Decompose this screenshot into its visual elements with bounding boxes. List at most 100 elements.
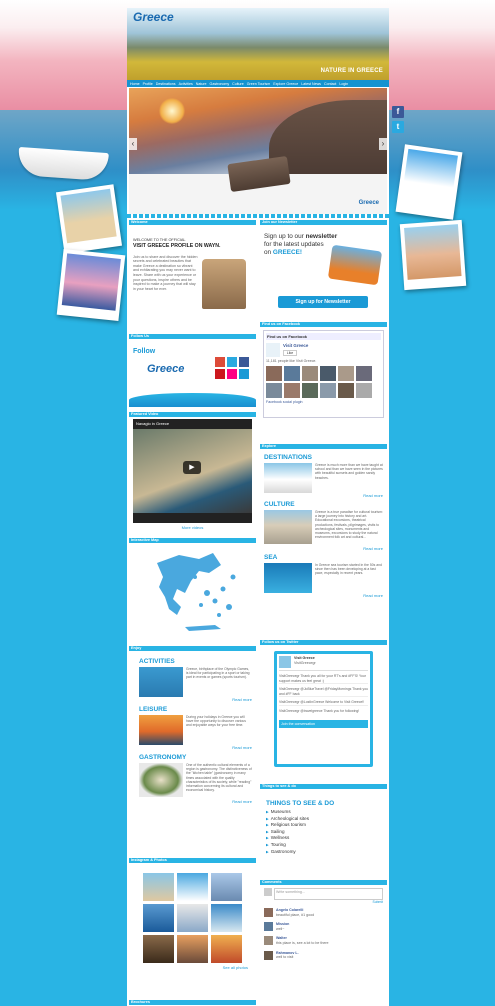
twitter-avatar[interactable] (279, 656, 291, 668)
enjoy-leisure-title[interactable]: LEISURE (139, 706, 252, 713)
twitter-share-icon[interactable]: t (392, 121, 404, 133)
destinations-thumb[interactable] (264, 463, 312, 493)
newsletter-accent: GREECE! (272, 249, 303, 256)
fan-avatar[interactable] (284, 382, 300, 398)
instagram-photo[interactable] (143, 904, 174, 932)
googleplus-icon[interactable] (215, 357, 225, 367)
slider-prev-button[interactable]: ‹ (129, 138, 137, 150)
instagram-photo[interactable] (177, 873, 208, 901)
fan-avatar[interactable] (266, 382, 282, 398)
instagram-photo[interactable] (177, 935, 208, 963)
newsletter-signup-button[interactable]: Sign up for Newsletter (278, 296, 368, 308)
more-videos-link[interactable]: More videos (129, 525, 256, 530)
fb-like-button[interactable]: Like (283, 350, 297, 356)
nav-item[interactable]: Profile (143, 82, 153, 86)
fb-page-name[interactable]: Visit Greece (283, 343, 308, 348)
explore-sea-title[interactable]: SEA (264, 554, 383, 561)
twitter-account[interactable]: Visit Greece (294, 656, 316, 661)
things-item[interactable]: Wellness (266, 835, 381, 842)
twitter-footer[interactable]: Join the conversation (279, 719, 368, 728)
nav-item[interactable]: Gastronomy (210, 82, 230, 86)
fan-avatar[interactable] (302, 365, 318, 381)
enjoy-gastronomy-text: One of the authentic cultural elements o… (186, 763, 252, 793)
site-logo[interactable]: Greece (133, 10, 174, 24)
fan-avatar[interactable] (338, 382, 354, 398)
comment-text: well to visit (276, 955, 294, 960)
nav-item[interactable]: Activities (179, 82, 193, 86)
facebook-bar: Find us on Facebook (260, 322, 387, 327)
nav-item[interactable]: Contact (324, 82, 336, 86)
nav-item[interactable]: Nature (196, 82, 207, 86)
read-more-link[interactable]: Read more (264, 593, 383, 598)
fan-avatar[interactable] (356, 382, 372, 398)
facebook-share-icon[interactable]: f (392, 106, 404, 118)
things-item[interactable]: Gastronomy (266, 849, 381, 856)
commenter-avatar (264, 922, 273, 932)
email-icon[interactable] (239, 369, 249, 379)
nav-item[interactable]: Login (339, 82, 348, 86)
read-more-link[interactable]: Read more (264, 546, 383, 551)
see-all-photos-link[interactable]: See all photos (129, 965, 256, 970)
fan-avatar[interactable] (284, 365, 300, 381)
play-icon[interactable]: ▶ (183, 461, 201, 474)
video-player[interactable]: Navagio in Greece ▶ (133, 419, 252, 523)
hero-slider[interactable]: Greece (129, 88, 387, 214)
nav-item[interactable]: Explore Greece (273, 82, 298, 86)
nav-item[interactable]: Destinations (156, 82, 176, 86)
fan-avatar[interactable] (338, 365, 354, 381)
fan-avatar[interactable] (320, 382, 336, 398)
chapel-photo (395, 144, 463, 220)
things-item[interactable]: Sailing (266, 829, 381, 836)
things-item[interactable]: Religious tourism (266, 822, 381, 829)
fb-page-avatar (266, 343, 280, 357)
things-item[interactable]: Touring (266, 842, 381, 849)
read-more-link[interactable]: Read more (139, 697, 252, 702)
comment-submit-button[interactable]: Submit (264, 900, 383, 904)
nav-item[interactable]: Latest News (301, 82, 321, 86)
comment-input[interactable]: Write something... (274, 888, 383, 900)
facebook-icon[interactable] (239, 357, 249, 367)
read-more-link[interactable]: Read more (139, 745, 252, 750)
instagram-photo[interactable] (143, 935, 174, 963)
follow-logo: Greece (147, 363, 185, 375)
nav-item[interactable]: Culture (232, 82, 244, 86)
main-nav: Home Profile Destinations Activities Nat… (127, 80, 389, 87)
read-more-link[interactable]: Read more (264, 493, 383, 498)
instagram-photo[interactable] (143, 873, 174, 901)
read-more-link[interactable]: Read more (139, 799, 252, 804)
instagram-photo[interactable] (211, 935, 242, 963)
youtube-icon[interactable] (215, 369, 225, 379)
nav-item[interactable]: Home (130, 82, 140, 86)
culture-thumb[interactable] (264, 510, 312, 544)
instagram-photo[interactable] (211, 873, 242, 901)
brochure-box: Brochures (129, 1000, 256, 1006)
activities-thumb[interactable] (139, 667, 183, 697)
slider-next-button[interactable]: › (379, 138, 387, 150)
leisure-thumb[interactable] (139, 715, 183, 745)
twitter-icon[interactable] (227, 357, 237, 367)
enjoy-activities-title[interactable]: ACTIVITIES (139, 658, 252, 665)
commenter-avatar (264, 936, 273, 946)
flickr-icon[interactable] (227, 369, 237, 379)
nav-item[interactable]: Green Tourism (247, 82, 271, 86)
fan-avatar[interactable] (302, 382, 318, 398)
fan-avatar[interactable] (356, 365, 372, 381)
instagram-photo[interactable] (211, 904, 242, 932)
fan-avatar[interactable] (266, 365, 282, 381)
explore-destinations-title[interactable]: DESTINATIONS (264, 454, 383, 461)
twitter-handle[interactable]: VisitGreecegr (294, 661, 316, 666)
greece-map[interactable] (129, 543, 256, 639)
enjoy-gastronomy-title[interactable]: GASTRONOMY (139, 754, 252, 761)
things-item[interactable]: Museums (266, 809, 381, 816)
fan-avatar[interactable] (320, 365, 336, 381)
instagram-photo[interactable] (177, 904, 208, 932)
explore-culture-text: Greece is a true paradise for cultural t… (315, 510, 383, 540)
header-tagline: NATURE IN GREECE (320, 68, 383, 74)
video-controls[interactable] (133, 513, 252, 523)
twitter-box: Follow us on Twitter Visit Greece VisitG… (260, 640, 387, 780)
things-item[interactable]: Archeological sites (266, 816, 381, 823)
sea-thumb[interactable] (264, 563, 312, 593)
site-header: Greece NATURE IN GREECE (127, 8, 389, 80)
gastronomy-thumb[interactable] (139, 763, 183, 797)
explore-culture-title[interactable]: CULTURE (264, 501, 383, 508)
